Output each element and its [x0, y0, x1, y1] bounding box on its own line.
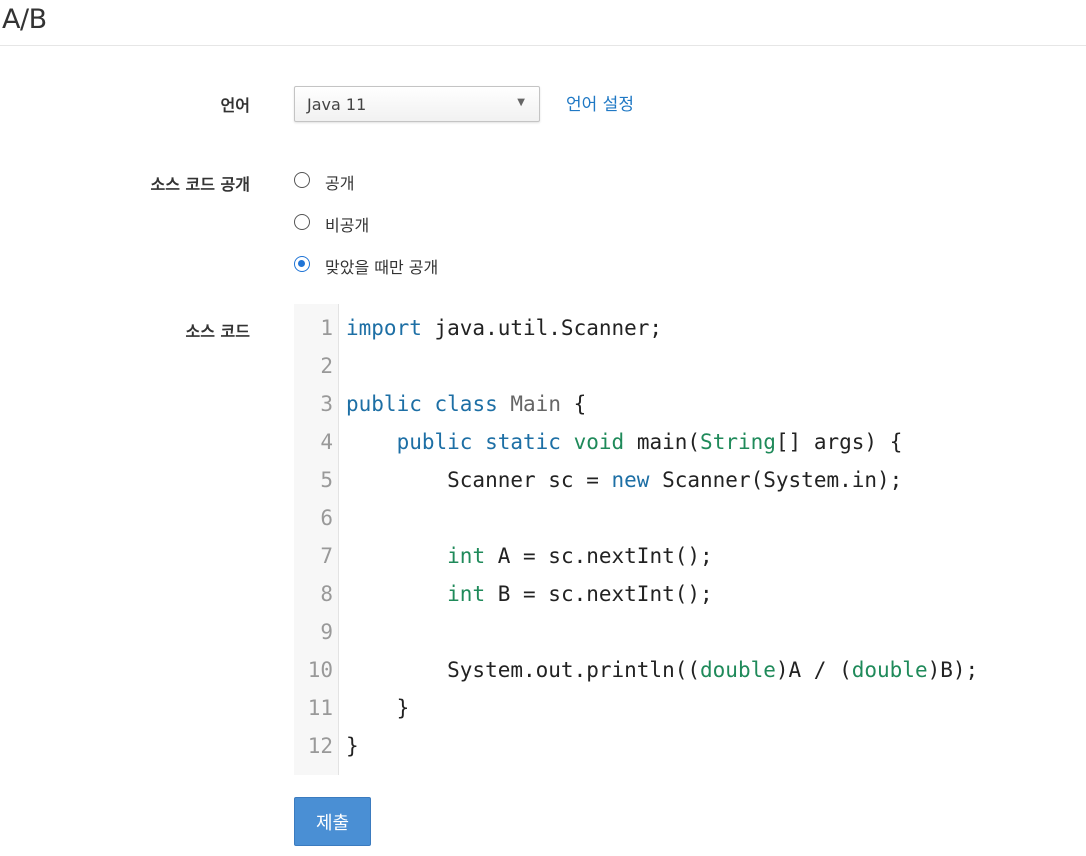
code-editor[interactable]: 1 import java.util.Scanner; 2 3 public class…	[294, 304, 1084, 775]
code-token: import	[346, 316, 422, 340]
code-token: void	[573, 430, 625, 454]
code-token: [] args) {	[775, 430, 903, 454]
code-token: main(	[624, 430, 701, 454]
code-token: B = sc.nextInt();	[485, 582, 713, 606]
line-number: 7	[320, 544, 333, 568]
dropdown-arrow-icon: ▼	[517, 97, 525, 108]
line-code: }	[346, 689, 410, 727]
line-number: 8	[320, 582, 333, 606]
code-token: }	[346, 734, 359, 758]
line-number: 5	[320, 468, 333, 492]
language-settings-link[interactable]: 언어 설정	[566, 90, 634, 115]
code-token: System.out.println((	[346, 658, 701, 682]
line-number: 11	[307, 696, 333, 720]
language-select[interactable]: Java 11 ▼	[294, 86, 540, 122]
radio-label: 비공개	[325, 216, 370, 235]
code-token: )B);	[927, 658, 979, 682]
code-token: int	[447, 582, 486, 606]
code-token: public	[396, 430, 473, 454]
line-number: 1	[320, 316, 333, 340]
submit-button[interactable]: 제출	[294, 797, 371, 846]
code-token: Scanner sc =	[346, 468, 612, 492]
code-token: double	[700, 658, 776, 682]
line-code: System.out.println((double)A / (double)B…	[346, 651, 978, 689]
line-code: }	[346, 727, 359, 765]
page-header: A/B	[0, 0, 1086, 46]
line-code: Scanner sc = new Scanner(System.in);	[346, 461, 902, 499]
line-code: import java.util.Scanner;	[346, 309, 662, 347]
line-number: 3	[320, 392, 333, 416]
code-token: java.util.Scanner;	[421, 316, 663, 340]
radio-button[interactable]	[294, 214, 310, 230]
radio-button-selected[interactable]	[294, 256, 310, 272]
code-token: }	[346, 696, 410, 720]
line-number: 6	[320, 506, 333, 530]
radio-label: 공개	[325, 174, 355, 193]
code-token: A = sc.nextInt();	[485, 544, 713, 568]
radio-label: 맞았을 때만 공개	[325, 258, 439, 277]
page-title: A/B	[2, 4, 47, 35]
line-number: 9	[320, 620, 333, 644]
code-token: static	[485, 430, 561, 454]
code-token: {	[560, 392, 587, 416]
source-visibility-label: 소스 코드 공개	[150, 175, 250, 194]
source-code-label: 소스 코드	[185, 322, 250, 341]
line-number: 2	[320, 354, 333, 378]
code-token: )A / (	[775, 658, 852, 682]
code-token: int	[447, 544, 486, 568]
language-select-value: Java 11	[307, 95, 367, 114]
line-code: int A = sc.nextInt();	[346, 537, 713, 575]
code-token: Scanner(System.in);	[649, 468, 903, 492]
line-code: int B = sc.nextInt();	[346, 575, 713, 613]
language-label: 언어	[220, 96, 250, 115]
code-token: public	[346, 392, 422, 416]
code-token: double	[851, 658, 928, 682]
line-code: public class Main {	[346, 385, 586, 423]
code-token: class	[434, 392, 498, 416]
line-number: 4	[320, 430, 333, 454]
radio-button[interactable]	[294, 172, 310, 188]
code-token: new	[611, 468, 650, 492]
line-number: 10	[307, 658, 333, 682]
code-token: Main	[510, 392, 561, 416]
line-code: public static void main(String[] args) {	[346, 423, 903, 461]
code-token: String	[700, 430, 776, 454]
line-number: 12	[307, 734, 333, 758]
